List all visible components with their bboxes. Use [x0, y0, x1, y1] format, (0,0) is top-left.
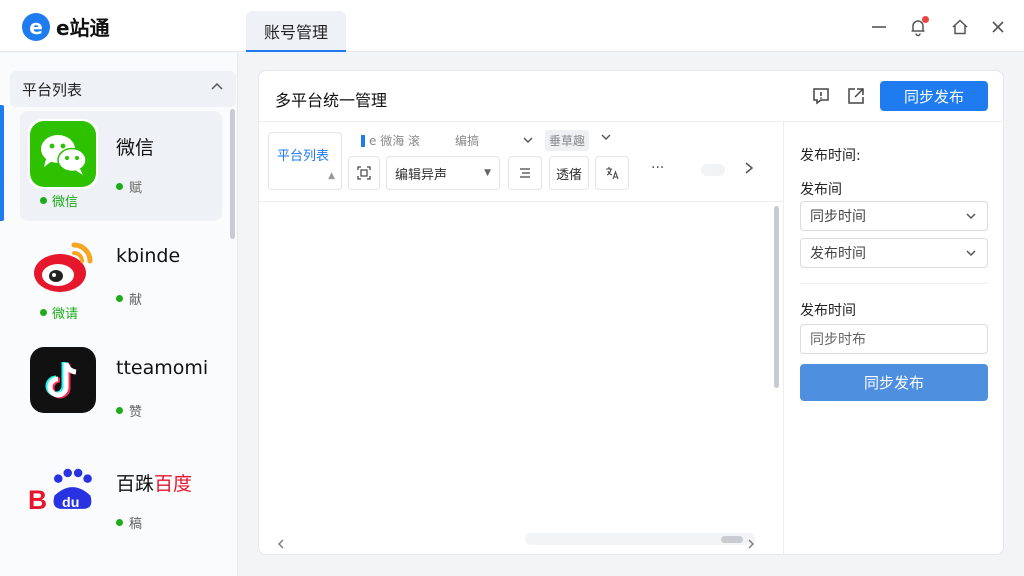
- platform-sub-label: 微请: [40, 303, 78, 322]
- scan-icon[interactable]: [348, 156, 380, 190]
- editor-toolbar: 平台列表 ▲ e 微海 滚 编搞 垂草趣 编辑异声 ▼ 透偖 ···: [259, 122, 783, 202]
- svg-text:B: B: [28, 485, 47, 515]
- wechat-icon: [28, 119, 98, 189]
- platform-name: 百跦百度: [116, 473, 193, 495]
- platform-status: 献: [116, 289, 142, 308]
- app-logo: e e站通: [22, 12, 110, 41]
- sync-time-select[interactable]: 同步时间: [800, 201, 988, 231]
- sync-publish-submit-button[interactable]: 同步发布: [800, 364, 988, 401]
- tab-account-management[interactable]: 账号管理: [246, 11, 346, 52]
- caret-up-icon: ▲: [328, 171, 335, 181]
- platform-name: kbinde: [116, 245, 181, 267]
- publish-label: 发布间: [800, 182, 842, 198]
- publish-time-heading: 发布时间:: [800, 148, 861, 164]
- baidu-icon: B du: [28, 455, 98, 525]
- notification-badge: [922, 16, 929, 23]
- platform-list-header[interactable]: 平台列表: [10, 71, 236, 107]
- app-logo-icon: e: [22, 12, 50, 41]
- chevron-down-icon: [966, 250, 976, 257]
- platform-item-wechat[interactable]: 微信 赋 微信: [20, 111, 222, 221]
- platform-sub-label: 微信: [40, 191, 78, 210]
- app-name: e站通: [56, 16, 110, 40]
- format-select[interactable]: 编辑异声 ▼: [386, 156, 500, 190]
- chevron-down-icon: [966, 213, 976, 220]
- platform-name: 微信: [116, 137, 155, 159]
- platform-list-button[interactable]: 平台列表 ▲: [268, 132, 342, 190]
- weibo-icon: [28, 231, 98, 301]
- sidebar-scrollbar[interactable]: [230, 109, 235, 239]
- bottom-strip: [238, 562, 1024, 576]
- more-icon[interactable]: ···: [651, 160, 664, 176]
- chevron-right-icon[interactable]: [743, 160, 755, 179]
- publish-time-label: 发布时间: [800, 303, 856, 319]
- editor-content-area[interactable]: [259, 202, 783, 522]
- selection-indicator: [0, 105, 4, 221]
- platform-name: tteamomi: [116, 357, 209, 379]
- chevron-down-icon[interactable]: [601, 132, 611, 142]
- platform-status: 赋: [116, 177, 142, 196]
- divider: [800, 283, 988, 284]
- page-title: 多平台统一管理: [275, 91, 388, 110]
- toggle-switch[interactable]: [701, 164, 725, 176]
- scroll-right-icon[interactable]: [747, 534, 755, 553]
- sync-publish-button[interactable]: 同步发布: [880, 81, 988, 111]
- sidebar: 平台列表 微信 赋 微信 kbinde 献 微请 tteamomi 赞 B du…: [0, 53, 238, 576]
- panel-divider: [783, 122, 784, 556]
- platform-status: 稿: [116, 513, 142, 532]
- publish-time-select[interactable]: 发布时间: [800, 238, 988, 268]
- title-bar: e e站通 账号管理: [0, 0, 1024, 52]
- horizontal-scroll-thumb[interactable]: [721, 536, 743, 543]
- scroll-left-icon[interactable]: [277, 534, 285, 553]
- close-icon[interactable]: [987, 16, 1009, 38]
- toolbar-blurred-item-3[interactable]: 垂草趣: [545, 130, 590, 151]
- chevron-up-icon[interactable]: [210, 80, 224, 98]
- main-card: 多平台统一管理 同步发布 平台列表 ▲ e 微海 滚 编搞 垂草趣 编辑异声 ▼…: [258, 70, 1005, 556]
- minimize-icon[interactable]: [868, 16, 890, 38]
- color-marker-icon: [361, 134, 365, 147]
- home-icon[interactable]: [949, 16, 971, 38]
- platform-status: 赞: [116, 401, 142, 420]
- notification-bell-icon[interactable]: [907, 16, 929, 38]
- svg-text:du: du: [62, 495, 79, 511]
- share-icon[interactable]: [844, 84, 868, 108]
- list-align-icon[interactable]: [508, 156, 542, 190]
- platform-item-baidu[interactable]: B du 百跦百度 稿: [20, 447, 222, 557]
- platform-list-title: 平台列表: [22, 80, 83, 99]
- toolbar-blurred-item-2[interactable]: 编搞: [455, 132, 533, 149]
- translate-icon[interactable]: [595, 156, 629, 190]
- publish-time-input[interactable]: [800, 324, 988, 354]
- chevron-down-icon: [523, 134, 533, 148]
- platform-item-weibo[interactable]: kbinde 献 微请: [20, 223, 222, 333]
- tiktok-icon: [30, 347, 96, 413]
- toolbar-text-button[interactable]: 透偖: [549, 156, 589, 190]
- toolbar-blurred-item-1[interactable]: e 微海 滚: [361, 132, 420, 149]
- caret-down-icon: ▼: [484, 168, 491, 178]
- editor-vertical-scrollbar[interactable]: [774, 206, 779, 388]
- platform-item-tiktok[interactable]: tteamomi 赞: [20, 335, 222, 445]
- feedback-icon[interactable]: [809, 84, 833, 108]
